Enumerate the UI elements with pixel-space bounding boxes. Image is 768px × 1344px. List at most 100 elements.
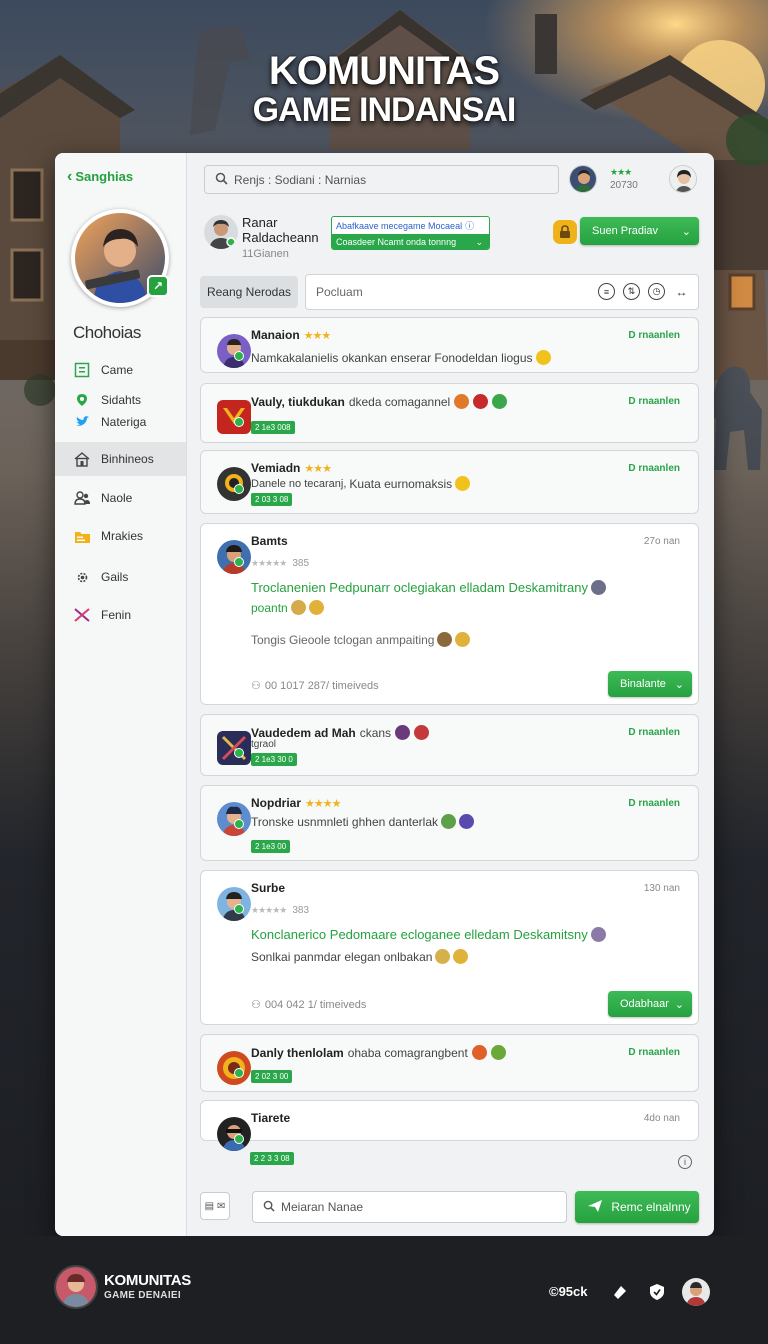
post-text: Tongis Gieoole tclogan anmpaiting: [251, 632, 435, 647]
sidebar-item-nateriga[interactable]: Nateriga: [55, 411, 186, 433]
chevron-down-icon: ⌄: [674, 998, 684, 1011]
feed-post[interactable]: Nopdriar ★★★★ Tronske usnmnleti ghhen dan…: [200, 785, 699, 861]
sort-icon[interactable]: ⇅: [623, 283, 640, 300]
feed-post[interactable]: Vauly, tiukdukan dkeda comagannel 2 1e3 0…: [200, 383, 699, 443]
emoji-icon: [535, 350, 551, 365]
post-text: Tronske usnmnleti ghhen danterlak: [251, 814, 438, 829]
attach-button[interactable]: ▤ ✉: [200, 1192, 230, 1220]
twitter-icon: [73, 413, 91, 431]
feed-post-expanded[interactable]: Surbe ★★★★★ 383 130 nan Konclanerico Pedo…: [200, 870, 699, 1025]
emoji-icon: [590, 927, 606, 942]
sidebar-item-naole[interactable]: Naole: [55, 485, 186, 511]
home-icon: [73, 450, 91, 468]
sidebar-item-gails[interactable]: Gails: [55, 564, 186, 590]
sidebar-item-label: Binhineos: [101, 452, 154, 466]
sidebar-item-binhineos[interactable]: Binhineos: [55, 442, 186, 476]
post-avatar: [209, 459, 251, 501]
account-avatar[interactable]: [669, 165, 697, 193]
feed-post[interactable]: Vemiadn ★★★ Danele no tecaranj, Kuata eurn…: [200, 450, 699, 514]
sidebar-item-label: Fenin: [101, 608, 132, 622]
feed-post[interactable]: Vaudedem ad Mah ckans tgraol 2 1e3 30 0 D…: [200, 714, 699, 776]
chevron-down-icon: ⌄: [674, 678, 684, 691]
post-tag: 2 1e3 008: [251, 421, 295, 434]
people-icon: ⚇: [251, 999, 261, 1011]
message-input[interactable]: Meiaran Nanae: [252, 1191, 567, 1223]
filter-icon[interactable]: ≡: [598, 283, 615, 300]
post-stats: 004 042 1/ timeiveds: [264, 998, 367, 1011]
sidebar-item-mrakies[interactable]: Mrakies: [55, 523, 186, 549]
feed-post[interactable]: Danly thenlolam ohaba comagrangbent 2 02 …: [200, 1034, 699, 1092]
back-link[interactable]: ‹ Sanghias: [67, 168, 133, 184]
filter-input-placeholder: Pocluam: [316, 285, 363, 299]
footer-handle[interactable]: ©95ck: [549, 1284, 588, 1299]
post-time: 27o nan: [643, 536, 680, 547]
feed-post-expanded[interactable]: Bamts ★★★★★ 385 27o nan Troclanenien Pedp…: [200, 523, 699, 705]
post-action-button[interactable]: Binalante ⌄: [608, 671, 692, 697]
emoji-icon: [454, 394, 470, 409]
post-meta: ckans: [359, 725, 392, 740]
filter-chip[interactable]: Reang Nerodas: [200, 276, 298, 308]
footer-subtitle: GAME DENAIEI: [104, 1290, 181, 1301]
emoji-icon: [459, 814, 474, 829]
emoji-icon: [453, 949, 469, 964]
more-icon[interactable]: ↔: [673, 283, 690, 300]
lock-icon: [560, 225, 570, 238]
gear-icon: [73, 568, 91, 586]
footer-title: KOMUNITAS: [104, 1272, 192, 1289]
info-icon: ⓘ: [465, 221, 475, 231]
hero-title: KOMUNITAS GAME INDANSAI: [0, 50, 768, 128]
search-input-text: Renjs : Sodiani : Narnias: [234, 172, 367, 187]
clock-icon[interactable]: ◷: [648, 283, 665, 300]
footer-avatar[interactable]: [682, 1278, 710, 1306]
emoji-icon: [290, 600, 306, 615]
chevron-down-icon: ⌄: [475, 236, 483, 247]
lock-button[interactable]: [553, 220, 577, 244]
game-icon: [73, 361, 91, 379]
points-count: 20730: [610, 180, 638, 191]
post-avatar: [209, 392, 251, 434]
profile-avatar[interactable]: ↗: [71, 209, 169, 307]
header-avatar[interactable]: [204, 215, 238, 249]
feed-post[interactable]: Manaion ★★★ Namkakalanielis okankan enser…: [200, 317, 699, 373]
shield-icon[interactable]: [646, 1281, 668, 1303]
emoji-icon: [437, 632, 453, 647]
promo-banner[interactable]: Abafkaave mecegame Mocaeal ⓘ Coasdeer Nca…: [331, 216, 490, 250]
sidebar-item-fenin[interactable]: Fenin: [55, 602, 186, 628]
post-stats: 00 1017 287/ timeiveds: [264, 679, 379, 692]
info-icon[interactable]: i: [678, 1155, 692, 1169]
header-action-button[interactable]: Suen Pradiav ⌄: [580, 217, 699, 245]
user-avatar[interactable]: [569, 165, 597, 193]
level-badge: ↗: [147, 275, 169, 297]
emoji-icon: [473, 394, 489, 409]
sidebar-item-game[interactable]: Came: [55, 357, 186, 383]
post-text: Sonlkai panmdar elegan onlbakan: [251, 949, 433, 964]
post-tag: 2 03 3 08: [251, 493, 293, 506]
send-icon: [587, 1199, 603, 1216]
post-action-button[interactable]: Odabhaar ⌄: [608, 991, 692, 1017]
footer-logo[interactable]: [54, 1265, 98, 1309]
emoji-icon: [435, 949, 451, 964]
post-action-label: Binalante: [620, 678, 666, 690]
filter-input[interactable]: Pocluam ≡ ⇅ ◷ ↔: [305, 274, 699, 310]
post-time: 4do nan: [643, 1113, 680, 1124]
search-input[interactable]: Renjs : Sodiani : Narnias: [204, 165, 559, 194]
chevron-down-icon: ⌄: [681, 225, 691, 238]
people-icon: [73, 489, 91, 507]
diamond-icon[interactable]: [609, 1281, 631, 1303]
post-avatar: [209, 794, 251, 836]
post-avatar: [209, 723, 251, 765]
header-username: Ranar: [242, 215, 278, 230]
post-author: Bamts: [251, 534, 288, 548]
emoji-icon: [308, 600, 324, 615]
post-action-label: Odabhaar: [620, 998, 669, 1010]
profile-name: Chohoias: [73, 323, 141, 342]
search-icon: [215, 172, 228, 188]
emoji-icon: [395, 725, 411, 740]
post-author: Manaion: [251, 328, 300, 342]
send-button[interactable]: Remc elnalnny: [575, 1191, 699, 1223]
post-tag-text: poantn: [251, 600, 288, 615]
post-tag: 2 1e3 00: [251, 840, 291, 853]
sidebar-item-sidahts[interactable]: Sidahts: [55, 389, 186, 411]
feed-post[interactable]: Tiarete 4do nan: [200, 1100, 699, 1151]
post-avatar: [209, 326, 251, 368]
